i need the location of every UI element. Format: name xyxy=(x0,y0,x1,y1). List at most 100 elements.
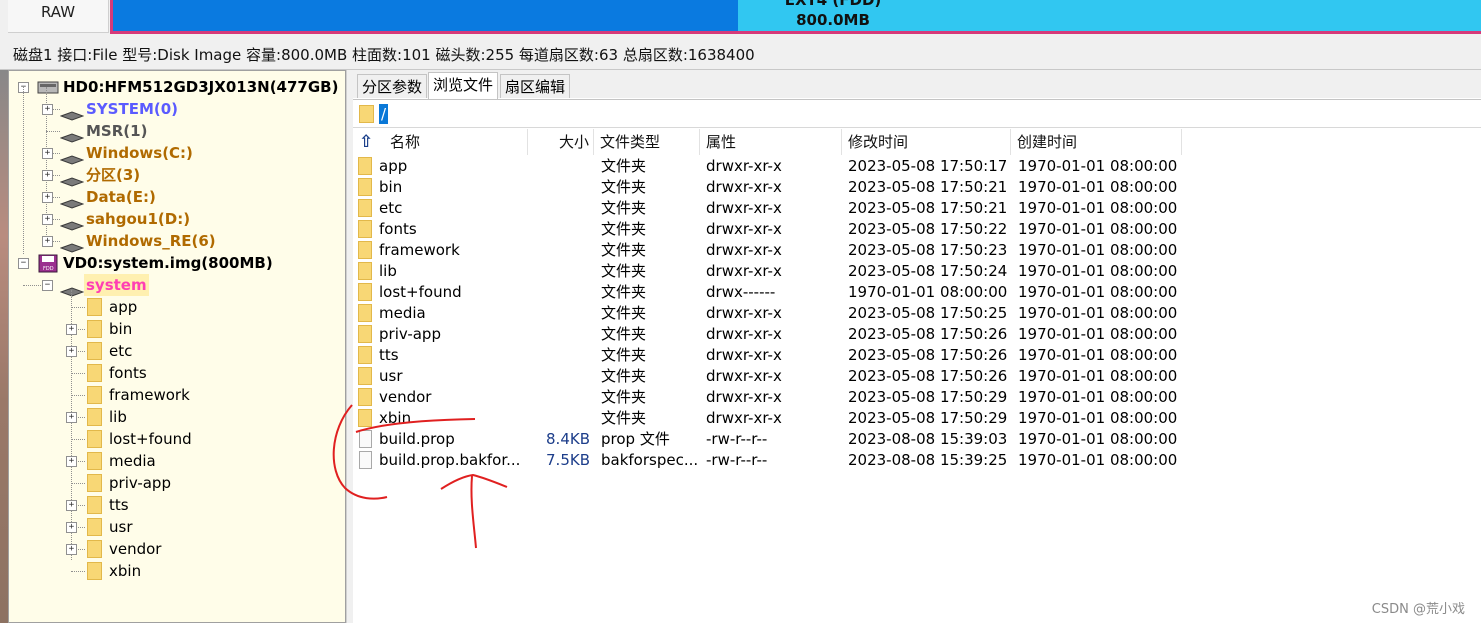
collapse-toggle[interactable]: − xyxy=(18,258,29,269)
tree-node-partition[interactable]: + sahgou1(D:) xyxy=(9,208,339,231)
tree-node-partition[interactable]: MSR(1) xyxy=(9,120,339,143)
tree-node-folder[interactable]: + bin xyxy=(9,318,339,340)
disk-tree[interactable]: − HD0:HFM512GD3JX013N(477GB) + SYSTEM(0) MSR… xyxy=(8,70,346,623)
file-cell-name: bin xyxy=(379,178,403,196)
pane-splitter[interactable] xyxy=(346,70,353,623)
file-cell-created: 1970-01-01 08:00:00 xyxy=(1018,283,1178,301)
file-row[interactable]: vendor 文件夹 drwxr-xr-x 2023-05-08 17:50:29 19… xyxy=(353,387,1481,408)
tree-node-vd0[interactable]: − FDD VD0:system.img(800MB) xyxy=(9,252,339,274)
expand-toggle[interactable]: + xyxy=(42,236,53,247)
folder-icon xyxy=(358,262,372,280)
file-row[interactable]: usr 文件夹 drwxr-xr-x 2023-05-08 17:50:26 1970-… xyxy=(353,366,1481,387)
partition-drive-icon xyxy=(59,127,85,143)
expand-toggle[interactable]: + xyxy=(66,522,77,533)
expand-toggle[interactable]: + xyxy=(66,324,77,335)
file-cell-modified: 2023-05-08 17:50:26 xyxy=(848,367,1008,385)
tree-node-partition[interactable]: + 分区(3) xyxy=(9,164,339,187)
folder-icon xyxy=(87,540,102,558)
tree-node-partition[interactable]: + Windows_RE(6) xyxy=(9,230,339,253)
collapse-toggle[interactable]: − xyxy=(42,280,53,291)
partition-block[interactable]: EXT4 (FDD) 800.0MB xyxy=(110,0,1481,34)
folder-icon xyxy=(87,408,102,426)
file-row[interactable]: build.prop.bakfor... 7.5KB bakforspec... -r… xyxy=(353,450,1481,471)
file-cell-modified: 2023-05-08 17:50:29 xyxy=(848,409,1008,427)
file-cell-name: lost+found xyxy=(379,283,462,301)
file-cell-attr: drwxr-xr-x xyxy=(706,241,782,259)
tree-node-folder[interactable]: framework xyxy=(9,384,339,406)
expand-toggle[interactable]: + xyxy=(42,192,53,203)
file-cell-created: 1970-01-01 08:00:00 xyxy=(1018,220,1178,238)
file-cell-created: 1970-01-01 08:00:00 xyxy=(1018,157,1178,175)
file-row[interactable]: tts 文件夹 drwxr-xr-x 2023-05-08 17:50:26 1970-… xyxy=(353,345,1481,366)
file-row[interactable]: lib 文件夹 drwxr-xr-x 2023-05-08 17:50:24 1970-… xyxy=(353,261,1481,282)
tree-node-partition[interactable]: + Windows(C:) xyxy=(9,142,339,165)
tab-sector-edit[interactable]: 扇区编辑 xyxy=(500,74,571,98)
file-row[interactable]: lost+found 文件夹 drwx------ 1970-01-01 08:00:… xyxy=(353,282,1481,303)
disk-info-text: 磁盘1 接口:File 型号:Disk Image 容量:800.0MB 柱面数… xyxy=(13,46,755,64)
column-created[interactable]: 创建时间 xyxy=(1011,129,1182,155)
tree-node-hd0[interactable]: − HD0:HFM512GD3JX013N(477GB) xyxy=(9,76,339,98)
file-row[interactable]: fonts 文件夹 drwxr-xr-x 2023-05-08 17:50:22 197… xyxy=(353,219,1481,240)
file-cell-modified: 2023-08-08 15:39:25 xyxy=(848,451,1008,469)
expand-toggle[interactable]: + xyxy=(66,412,77,423)
path-text[interactable]: / xyxy=(379,104,389,124)
tree-node-folder[interactable]: app xyxy=(9,296,339,318)
folder-icon xyxy=(87,342,102,360)
tab-browse-files[interactable]: 浏览文件 xyxy=(428,72,499,99)
file-row[interactable]: etc 文件夹 drwxr-xr-x 2023-05-08 17:50:21 1970-… xyxy=(353,198,1481,219)
tree-node-partition[interactable]: + SYSTEM(0) xyxy=(9,98,339,121)
file-list[interactable]: ⇧ 名称 大小 文件类型 属性 修改时间 创建时间 app 文件夹 drwxr-xr… xyxy=(353,129,1481,623)
tree-node-folder[interactable]: fonts xyxy=(9,362,339,384)
file-row[interactable]: priv-app 文件夹 drwxr-xr-x 2023-05-08 17:50:26… xyxy=(353,324,1481,345)
column-size[interactable]: 大小 xyxy=(528,129,594,155)
file-row[interactable]: framework 文件夹 drwxr-xr-x 2023-05-08 17:50:2… xyxy=(353,240,1481,261)
expand-toggle[interactable]: + xyxy=(42,104,53,115)
expand-toggle[interactable]: + xyxy=(42,148,53,159)
disk-info-bar: 磁盘1 接口:File 型号:Disk Image 容量:800.0MB 柱面数… xyxy=(0,37,1481,70)
file-cell-type: 文件夹 xyxy=(601,283,647,301)
tree-node-partition[interactable]: + Data(E:) xyxy=(9,186,339,209)
folder-icon xyxy=(358,346,372,364)
expand-toggle[interactable]: + xyxy=(66,456,77,467)
expand-toggle[interactable]: + xyxy=(66,544,77,555)
file-cell-created: 1970-01-01 08:00:00 xyxy=(1018,409,1178,427)
file-cell-type: bakforspec... xyxy=(601,451,697,469)
column-modified[interactable]: 修改时间 xyxy=(842,129,1011,155)
expand-toggle[interactable]: + xyxy=(42,170,53,181)
file-cell-modified: 2023-05-08 17:50:21 xyxy=(848,199,1008,217)
file-cell-created: 1970-01-01 08:00:00 xyxy=(1018,325,1178,343)
column-type[interactable]: 文件类型 xyxy=(594,129,700,155)
tree-node-folder[interactable]: + lib xyxy=(9,406,339,428)
file-row[interactable]: bin 文件夹 drwxr-xr-x 2023-05-08 17:50:21 1970-… xyxy=(353,177,1481,198)
file-row[interactable]: app 文件夹 drwxr-xr-x 2023-05-08 17:50:17 1970-… xyxy=(353,156,1481,177)
tree-node-folder[interactable]: + media xyxy=(9,450,339,472)
tree-node-folder[interactable]: priv-app xyxy=(9,472,339,494)
column-attributes[interactable]: 属性 xyxy=(700,129,842,155)
file-cell-name: priv-app xyxy=(379,325,441,343)
column-name[interactable]: ⇧ 名称 xyxy=(353,129,528,155)
up-arrow-icon[interactable]: ⇧ xyxy=(359,129,373,155)
tree-node-folder[interactable]: + etc xyxy=(9,340,339,362)
expand-toggle[interactable]: + xyxy=(42,214,53,225)
file-cell-type: 文件夹 xyxy=(601,388,647,406)
tree-node-folder[interactable]: + vendor xyxy=(9,538,339,560)
tree-label-partition: Windows(C:) xyxy=(86,144,193,162)
tree-node-folder[interactable]: + usr xyxy=(9,516,339,538)
tree-node-folder[interactable]: lost+found xyxy=(9,428,339,450)
tree-label-hd0: HD0:HFM512GD3JX013N(477GB) xyxy=(63,78,339,96)
tree-node-system[interactable]: − system xyxy=(9,274,339,297)
file-cell-name: build.prop.bakfor... xyxy=(379,451,521,469)
path-bar[interactable]: / xyxy=(353,99,1481,128)
tree-node-folder[interactable]: + tts xyxy=(9,494,339,516)
file-row[interactable]: build.prop 8.4KB prop 文件 -rw-r--r-- 2023-08-… xyxy=(353,429,1481,450)
tree-label-partition: SYSTEM(0) xyxy=(86,100,179,118)
tab-partition-params[interactable]: 分区参数 xyxy=(357,74,428,98)
file-cell-name: tts xyxy=(379,346,399,364)
file-cell-type: 文件夹 xyxy=(601,157,647,175)
file-row[interactable]: media 文件夹 drwxr-xr-x 2023-05-08 17:50:25 197… xyxy=(353,303,1481,324)
file-row[interactable]: xbin 文件夹 drwxr-xr-x 2023-05-08 17:50:29 1970… xyxy=(353,408,1481,429)
expand-toggle[interactable]: + xyxy=(66,500,77,511)
tree-label-folder: fonts xyxy=(109,364,147,382)
expand-toggle[interactable]: + xyxy=(66,346,77,357)
tree-node-folder[interactable]: xbin xyxy=(9,560,339,582)
